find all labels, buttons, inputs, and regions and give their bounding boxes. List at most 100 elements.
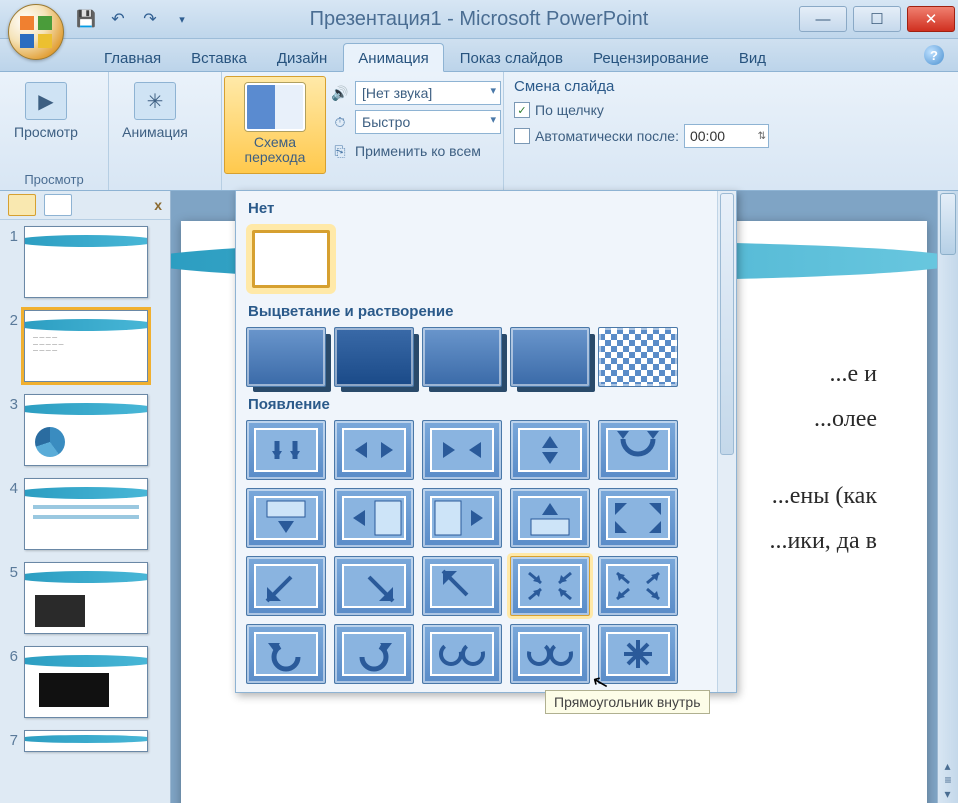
slides-tab[interactable]	[8, 194, 36, 216]
gallery-section-fade: Выцветание и растворение	[240, 298, 713, 323]
transition-wipe[interactable]	[334, 488, 414, 548]
transition-wipe[interactable]	[334, 420, 414, 480]
scrollbar-nav-arrows[interactable]: ▴≡▾	[938, 759, 958, 801]
sound-combo[interactable]: [Нет звука]	[355, 81, 501, 105]
transition-wipe[interactable]	[598, 420, 678, 480]
transition-scheme-button[interactable]: Схема перехода	[224, 76, 326, 174]
slide-thumbnail-pane: x 1 2— — — —— — — — —— — — — 3 4 5 6 7	[0, 191, 171, 803]
transition-wipe[interactable]	[510, 624, 590, 684]
office-button[interactable]	[8, 4, 64, 60]
transition-wipe[interactable]	[598, 624, 678, 684]
transition-fade-1[interactable]	[246, 327, 326, 387]
window-controls: — ☐ ✕	[796, 4, 958, 34]
slide-thumbnail[interactable]	[24, 646, 148, 718]
thumbnail-row[interactable]: 2— — — —— — — — —— — — —	[4, 310, 166, 382]
slide-thumbnail[interactable]	[24, 730, 148, 752]
tab-animation[interactable]: Анимация	[343, 43, 443, 72]
thumbnail-row[interactable]: 3	[4, 394, 166, 466]
save-icon[interactable]: 💾	[74, 7, 98, 31]
transition-fade-4[interactable]	[510, 327, 590, 387]
transition-wipe[interactable]	[334, 556, 414, 616]
scrollbar-thumb[interactable]	[940, 193, 956, 255]
advance-title: Смена слайда	[510, 76, 952, 97]
tab-insert[interactable]: Вставка	[177, 44, 261, 71]
gallery-section-none: Нет	[240, 195, 713, 220]
undo-icon[interactable]: ↶	[106, 7, 130, 31]
transition-fade-2[interactable]	[334, 327, 414, 387]
on-click-checkbox[interactable]: ✓	[514, 102, 530, 118]
on-click-label: По щелчку	[535, 102, 604, 118]
pane-close-icon[interactable]: x	[154, 197, 162, 213]
group-label-preview: Просмотр	[0, 172, 108, 187]
animation-icon: ✳	[134, 82, 176, 120]
transition-wipe[interactable]	[246, 624, 326, 684]
minimize-button[interactable]: —	[799, 6, 847, 32]
thumbnail-row[interactable]: 7	[4, 730, 166, 752]
slide-thumbnail[interactable]: — — — —— — — — —— — — —	[24, 310, 148, 382]
transition-wipe[interactable]	[598, 488, 678, 548]
preview-label: Просмотр	[14, 124, 78, 140]
transition-wipe[interactable]	[510, 488, 590, 548]
auto-after-checkbox[interactable]	[514, 128, 530, 144]
slide-thumbnail[interactable]	[24, 394, 148, 466]
slide-thumbnail[interactable]	[24, 226, 148, 298]
thumbnail-row[interactable]: 4	[4, 478, 166, 550]
slide-thumbnail[interactable]	[24, 478, 148, 550]
thumbnail-row[interactable]: 6	[4, 646, 166, 718]
thumbnail-list: 1 2— — — —— — — — —— — — — 3 4 5 6 7	[0, 220, 170, 770]
transition-none[interactable]	[252, 230, 330, 288]
thumbnail-row[interactable]: 1	[4, 226, 166, 298]
transition-wipe[interactable]	[422, 556, 502, 616]
gallery-section-wipe: Появление	[240, 391, 713, 416]
transition-wipe[interactable]	[422, 624, 502, 684]
transition-wipe[interactable]	[510, 420, 590, 480]
close-button[interactable]: ✕	[907, 6, 955, 32]
preview-button[interactable]: ▶ Просмотр	[6, 76, 86, 172]
transition-box-out[interactable]	[598, 556, 678, 616]
transition-tooltip: Прямоугольник внутрь	[545, 690, 710, 714]
transition-box-in[interactable]	[510, 556, 590, 616]
slide-thumbnail[interactable]	[24, 562, 148, 634]
ribbon-group-preview: ▶ Просмотр Просмотр	[0, 72, 109, 190]
transition-dissolve[interactable]	[598, 327, 678, 387]
vertical-scrollbar[interactable]: ▴≡▾	[937, 191, 958, 803]
thumbnail-row[interactable]: 5	[4, 562, 166, 634]
ribbon-group-transition: Схема перехода 🔊 [Нет звука] ⏱ Быстро ⎘ …	[222, 72, 504, 190]
transition-options-col: 🔊 [Нет звука] ⏱ Быстро ⎘ Применить ко вс…	[330, 76, 501, 174]
tab-slideshow[interactable]: Показ слайдов	[446, 44, 577, 71]
transition-wipe[interactable]	[246, 488, 326, 548]
tab-view[interactable]: Вид	[725, 44, 780, 71]
speed-combo[interactable]: Быстро	[355, 110, 501, 134]
auto-after-row[interactable]: Автоматически после: 00:00	[510, 123, 952, 149]
redo-icon[interactable]: ↷	[138, 7, 162, 31]
qat-customize-icon[interactable]: ▾	[170, 7, 194, 31]
speed-icon: ⏱	[330, 112, 350, 132]
transition-fade-3[interactable]	[422, 327, 502, 387]
tab-design[interactable]: Дизайн	[263, 44, 341, 71]
gallery-scrollbar[interactable]	[717, 191, 736, 692]
gallery-scrollbar-thumb[interactable]	[720, 193, 734, 455]
help-icon[interactable]: ?	[924, 45, 944, 65]
speed-row: ⏱ Быстро	[330, 109, 501, 135]
animation-label: Анимация	[122, 124, 188, 140]
tab-home[interactable]: Главная	[90, 44, 175, 71]
preview-icon: ▶	[25, 82, 67, 120]
outline-tab[interactable]	[44, 194, 72, 216]
transition-gallery-dropdown: Нет Выцветание и растворение Появление	[235, 190, 737, 693]
transition-wipe[interactable]	[334, 624, 414, 684]
ribbon-group-advance: Смена слайда ✓ По щелчку Автоматически п…	[504, 72, 958, 190]
transition-scheme-icon	[245, 83, 305, 131]
apply-all-button[interactable]: ⎘ Применить ко всем	[330, 138, 501, 164]
on-click-row[interactable]: ✓ По щелчку	[510, 97, 952, 123]
transition-wipe[interactable]	[422, 488, 502, 548]
maximize-button[interactable]: ☐	[853, 6, 901, 32]
animation-button[interactable]: ✳ Анимация	[115, 76, 195, 172]
transition-wipe[interactable]	[422, 420, 502, 480]
transition-scheme-label: Схема перехода	[225, 135, 325, 166]
transition-wipe[interactable]	[246, 556, 326, 616]
auto-after-label: Автоматически после:	[535, 128, 679, 144]
transition-wipe[interactable]	[246, 420, 326, 480]
auto-after-time-spinner[interactable]: 00:00	[684, 124, 769, 148]
tab-review[interactable]: Рецензирование	[579, 44, 723, 71]
ribbon-tabs: Главная Вставка Дизайн Анимация Показ сл…	[0, 39, 958, 72]
